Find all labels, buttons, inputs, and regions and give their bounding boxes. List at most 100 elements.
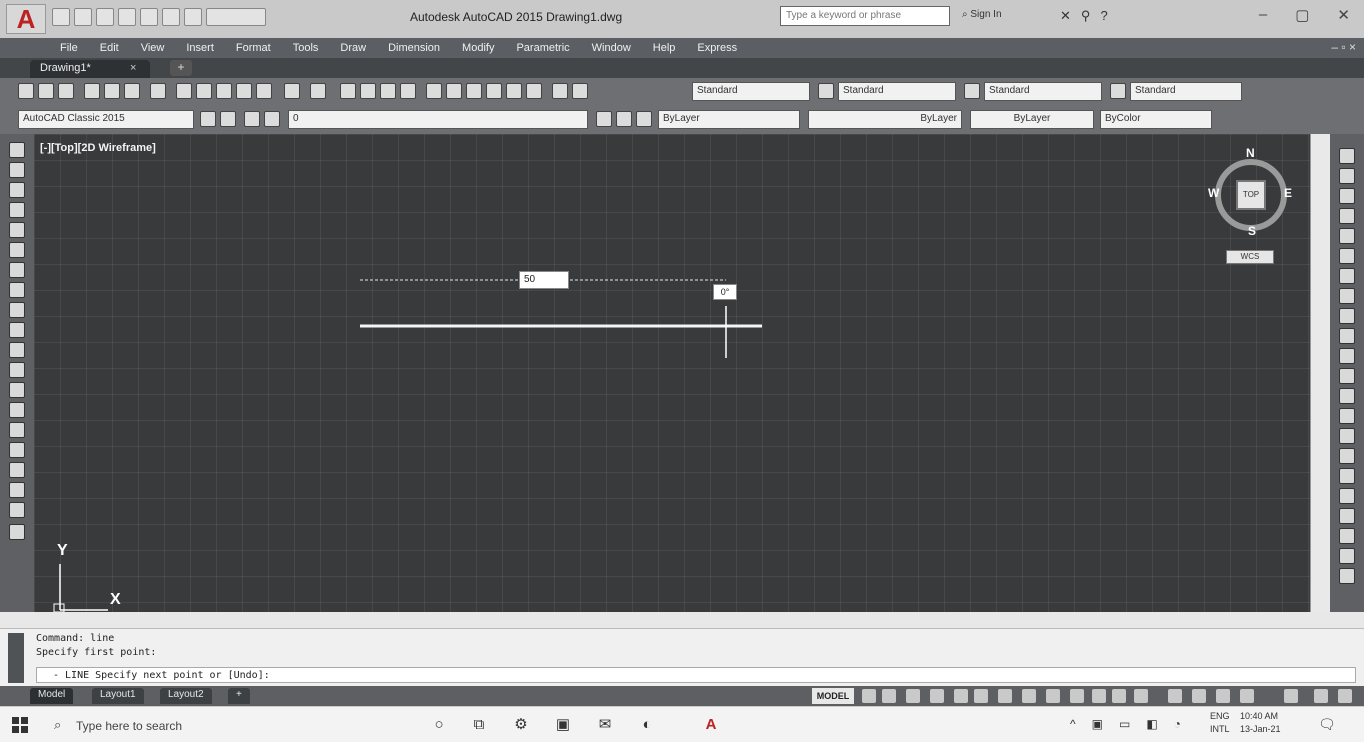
save-icon[interactable] <box>58 83 74 99</box>
add-layout-button[interactable]: + <box>228 688 250 704</box>
lineweight-icon[interactable] <box>1070 689 1084 703</box>
mail-icon[interactable]: ✉ <box>596 716 614 734</box>
hatch-icon[interactable] <box>9 422 25 438</box>
windows-start-icon[interactable] <box>12 717 28 733</box>
multileader-style-icon[interactable] <box>1110 83 1126 99</box>
save-icon[interactable] <box>96 8 114 26</box>
notifications-icon[interactable]: 🗨 <box>1318 716 1336 733</box>
layer-select[interactable]: 0 <box>288 110 588 129</box>
multileader-style-select[interactable]: Standard <box>1130 82 1242 101</box>
text-style-select[interactable]: Standard <box>692 82 810 101</box>
menu-modify[interactable]: Modify <box>462 42 494 54</box>
publish-icon[interactable] <box>124 83 140 99</box>
vertical-scrollbar[interactable] <box>1310 134 1330 612</box>
wcs-menu[interactable]: WCS <box>1226 250 1274 264</box>
menu-dimension[interactable]: Dimension <box>388 42 440 54</box>
units-icon[interactable] <box>1216 689 1230 703</box>
explode-icon[interactable] <box>1339 488 1355 504</box>
open-icon[interactable] <box>38 83 54 99</box>
cortana-icon[interactable]: ○ <box>430 716 448 734</box>
mirror-icon[interactable] <box>1339 188 1355 204</box>
compass-west[interactable]: W <box>1208 186 1219 200</box>
extend-icon[interactable] <box>1339 348 1355 364</box>
compass-south[interactable]: S <box>1248 224 1256 238</box>
object-snap-icon[interactable] <box>1046 689 1060 703</box>
insert-block-icon[interactable] <box>9 362 25 378</box>
design-center-icon[interactable] <box>446 83 462 99</box>
lineweight-select[interactable]: ByLayer <box>970 110 1094 129</box>
minimize-icon[interactable]: – <box>1259 6 1267 24</box>
region-icon[interactable] <box>9 462 25 478</box>
workspace-switch-icon[interactable] <box>206 8 266 26</box>
user-icon[interactable]: ⚲ <box>1081 8 1091 24</box>
menu-file[interactable]: File <box>60 42 78 54</box>
settings-app-icon[interactable]: ⚙ <box>512 716 530 734</box>
battery-icon[interactable]: ▭ <box>1119 717 1130 731</box>
help-toolbar-icon[interactable] <box>552 83 568 99</box>
join-icon[interactable] <box>1339 408 1355 424</box>
menu-tools[interactable]: Tools <box>293 42 319 54</box>
help-icon[interactable]: ? <box>1100 8 1107 24</box>
app-tray-icon[interactable]: ▣ <box>1092 717 1103 731</box>
table-style-select[interactable]: Standard <box>984 82 1102 101</box>
block-editor-icon[interactable] <box>256 83 272 99</box>
clock[interactable]: 10:40 AM 13-Jan-21 <box>1240 710 1320 736</box>
menu-insert[interactable]: Insert <box>186 42 214 54</box>
infer-constraints-icon[interactable] <box>906 689 920 703</box>
array-icon[interactable] <box>1339 228 1355 244</box>
offset-icon[interactable] <box>1339 208 1355 224</box>
layer-state-icon[interactable] <box>636 111 652 127</box>
menu-format[interactable]: Format <box>236 42 271 54</box>
menu-edit[interactable]: Edit <box>100 42 119 54</box>
make-block-icon[interactable] <box>9 382 25 398</box>
input-language[interactable]: ENG INTL <box>1210 710 1230 736</box>
tab-layout2[interactable]: Layout2 <box>160 688 212 704</box>
compass-north[interactable]: N <box>1246 146 1255 160</box>
new-tab-button[interactable]: + <box>170 60 192 76</box>
command-input[interactable]: - LINE Specify next point or [Undo]: <box>36 667 1356 683</box>
break-at-point-icon[interactable] <box>1339 368 1355 384</box>
construction-line-icon[interactable] <box>9 162 25 178</box>
tab-layout1[interactable]: Layout1 <box>92 688 144 704</box>
table-icon[interactable] <box>9 482 25 498</box>
plotstyle-select[interactable]: ByColor <box>1100 110 1212 129</box>
command-window-grip[interactable] <box>8 633 24 683</box>
task-view-icon[interactable]: ⧉ <box>470 716 488 734</box>
help-search-input[interactable]: Type a keyword or phrase <box>780 6 950 26</box>
table-style-icon[interactable] <box>964 83 980 99</box>
preview-icon[interactable] <box>104 83 120 99</box>
ellipse-icon[interactable] <box>9 322 25 338</box>
exchange-icon[interactable]: ✕ <box>1060 8 1071 24</box>
menu-window[interactable]: Window <box>592 42 631 54</box>
open-icon[interactable] <box>74 8 92 26</box>
plot-icon[interactable] <box>140 8 158 26</box>
maximize-icon[interactable]: ▢ <box>1295 6 1309 24</box>
document-controls[interactable]: – ▫ × <box>1331 40 1356 54</box>
trim-icon[interactable] <box>1339 328 1355 344</box>
menu-view[interactable]: View <box>141 42 165 54</box>
tab-model[interactable]: Model <box>30 688 74 704</box>
ortho-icon[interactable] <box>954 689 968 703</box>
rectangle-icon[interactable] <box>9 222 25 238</box>
arc-icon[interactable] <box>9 242 25 258</box>
menu-help[interactable]: Help <box>653 42 676 54</box>
redo-icon[interactable] <box>310 83 326 99</box>
3d-print-icon[interactable] <box>150 83 166 99</box>
polyline-icon[interactable] <box>9 182 25 198</box>
annotation-monitor-icon[interactable] <box>1192 689 1206 703</box>
settings-icon[interactable] <box>200 111 216 127</box>
linetype-select[interactable]: ByLayer <box>808 110 962 129</box>
copy-icon[interactable] <box>196 83 212 99</box>
menu-draw[interactable]: Draw <box>340 42 366 54</box>
zoom-previous-icon[interactable] <box>400 83 416 99</box>
scale-icon[interactable] <box>1339 288 1355 304</box>
edge-icon[interactable]: ◐ <box>638 716 656 734</box>
rotate-icon[interactable] <box>1339 268 1355 284</box>
dimension-angular-icon[interactable] <box>1339 568 1355 584</box>
customization-icon[interactable] <box>1338 689 1352 703</box>
dimension-radius-icon[interactable] <box>1339 548 1355 564</box>
viewcube-top-face[interactable]: TOP <box>1236 180 1266 210</box>
make-current-icon[interactable] <box>596 111 612 127</box>
workspace-switching-icon[interactable] <box>1168 689 1182 703</box>
quickcalc-icon[interactable] <box>526 83 542 99</box>
